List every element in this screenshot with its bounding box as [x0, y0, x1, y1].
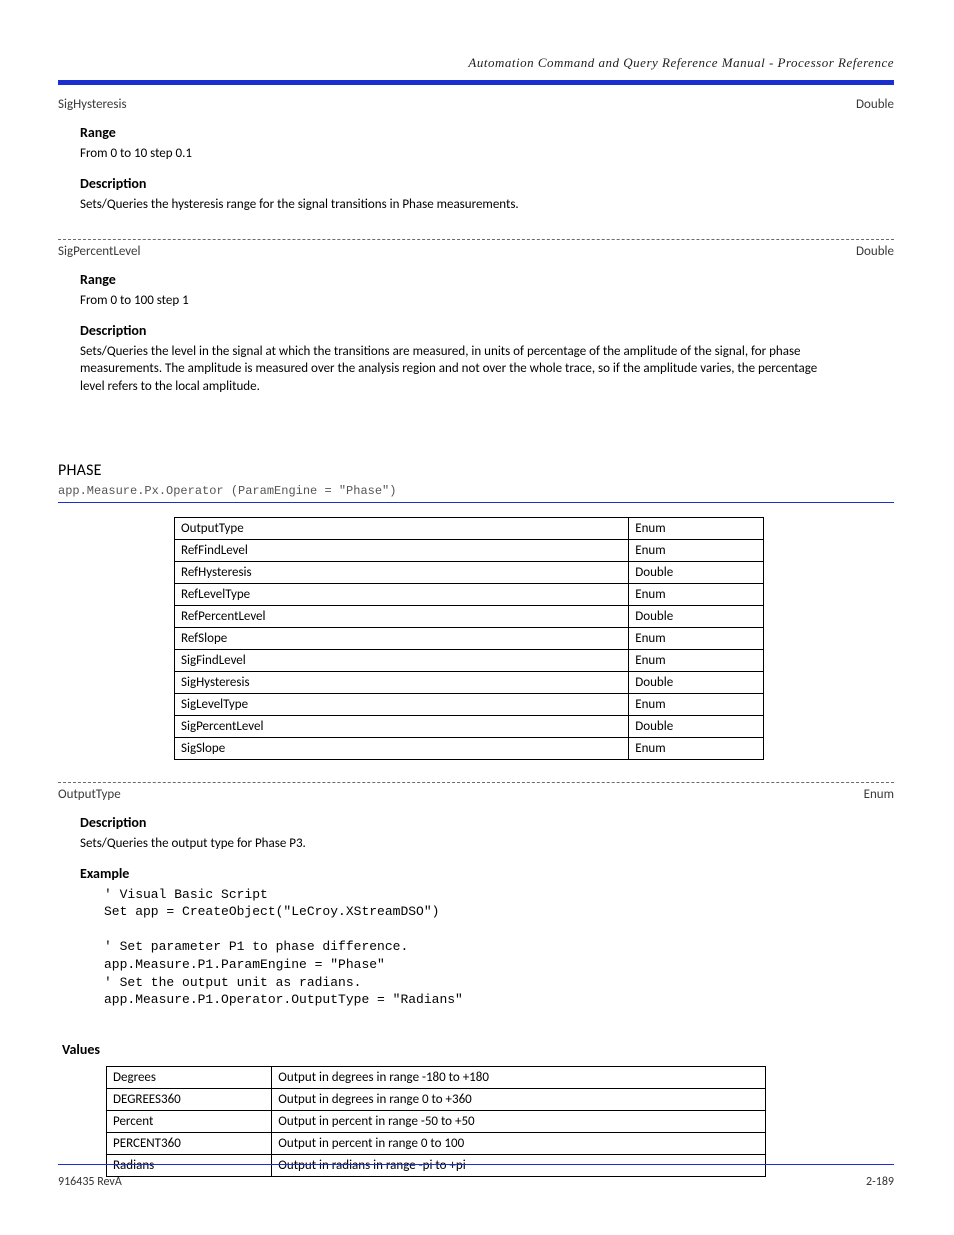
- cvar-name: SigHysteresis: [58, 97, 133, 112]
- cvar-cell-name: SigLevelType: [175, 694, 629, 716]
- value-desc: Output in radians in range -pi to +pi: [272, 1154, 766, 1176]
- cvar-sighysteresis-row: SigHysteresis Double: [58, 93, 894, 114]
- table-row: SigLevelTypeEnum: [175, 694, 764, 716]
- table-row: RadiansOutput in radians in range -pi to…: [107, 1154, 766, 1176]
- cvar-cell-type: Enum: [629, 738, 764, 760]
- cvar-cell-type: Double: [629, 716, 764, 738]
- value-desc: Output in degrees in range 0 to +360: [272, 1088, 766, 1110]
- value-key: Percent: [107, 1110, 272, 1132]
- cvar-cell-type: Enum: [629, 584, 764, 606]
- value-key: DEGREES360: [107, 1088, 272, 1110]
- cvar-type: Double: [850, 97, 894, 112]
- range-text: From 0 to 10 step 0.1: [80, 143, 840, 171]
- label-example: Example: [80, 861, 894, 884]
- cvar-table: OutputTypeEnum RefFindLevelEnum RefHyste…: [174, 517, 764, 760]
- description-text: Sets/Queries the level in the signal at …: [80, 341, 840, 404]
- footer-rule: [58, 1164, 894, 1165]
- cvar-cell-name: RefFindLevel: [175, 540, 629, 562]
- table-row: DEGREES360Output in degrees in range 0 t…: [107, 1088, 766, 1110]
- cvar-cell-name: RefPercentLevel: [175, 606, 629, 628]
- cvar-cell-type: Double: [629, 672, 764, 694]
- table-row: PERCENT360Output in percent in range 0 t…: [107, 1132, 766, 1154]
- table-row: PercentOutput in percent in range -50 to…: [107, 1110, 766, 1132]
- section-title: PHASE: [58, 461, 894, 480]
- cvar-cell-type: Enum: [629, 694, 764, 716]
- code-block: ' Visual Basic Script Set app = CreateOb…: [80, 884, 894, 1017]
- label-description: Description: [80, 171, 894, 194]
- table-row: RefPercentLevelDouble: [175, 606, 764, 628]
- table-row: SigHysteresisDouble: [175, 672, 764, 694]
- cvar-type: Double: [850, 244, 894, 259]
- cvar-cell-type: Enum: [629, 628, 764, 650]
- description-text: Sets/Queries the output type for Phase P…: [80, 833, 840, 861]
- value-key: PERCENT360: [107, 1132, 272, 1154]
- cvar-cell-name: SigPercentLevel: [175, 716, 629, 738]
- cvar-cell-type: Enum: [629, 540, 764, 562]
- cvar-cell-type: Double: [629, 562, 764, 584]
- cvar-outputtype-row: OutputType Enum: [58, 782, 894, 804]
- label-values: Values: [58, 1035, 894, 1062]
- label-range: Range: [80, 267, 894, 290]
- range-text: From 0 to 100 step 1: [80, 290, 840, 318]
- table-row: RefLevelTypeEnum: [175, 584, 764, 606]
- value-desc: Output in percent in range -50 to +50: [272, 1110, 766, 1132]
- cvar-cell-type: Enum: [629, 650, 764, 672]
- value-desc: Output in percent in range 0 to 100: [272, 1132, 766, 1154]
- header-rule: [58, 80, 894, 85]
- value-key: Radians: [107, 1154, 272, 1176]
- cvar-cell-type: Double: [629, 606, 764, 628]
- cvar-cell-name: RefHysteresis: [175, 562, 629, 584]
- footer-rev: 916435 RevA: [58, 1175, 122, 1189]
- cvar-cell-name: RefLevelType: [175, 584, 629, 606]
- table-row: OutputTypeEnum: [175, 518, 764, 540]
- cvar-cell-name: SigSlope: [175, 738, 629, 760]
- table-row: RefSlopeEnum: [175, 628, 764, 650]
- description-text: Sets/Queries the hysteresis range for th…: [80, 194, 840, 222]
- table-row: RefFindLevelEnum: [175, 540, 764, 562]
- table-row: RefHysteresisDouble: [175, 562, 764, 584]
- cvar-cell-name: SigFindLevel: [175, 650, 629, 672]
- cvar-cell-type: Enum: [629, 518, 764, 540]
- section-rule: [58, 502, 894, 503]
- cvar-type: Enum: [858, 787, 894, 802]
- table-row: SigSlopeEnum: [175, 738, 764, 760]
- footer-page: 2-189: [866, 1175, 894, 1189]
- value-desc: Output in degrees in range -180 to +180: [272, 1066, 766, 1088]
- cvar-name: SigPercentLevel: [58, 244, 146, 259]
- label-range: Range: [80, 120, 894, 143]
- label-description: Description: [80, 318, 894, 341]
- footer: 916435 RevA 2-189: [58, 1175, 894, 1189]
- cvar-name: OutputType: [58, 787, 127, 802]
- cvar-sigpercentlevel-row: SigPercentLevel Double: [58, 239, 894, 261]
- value-key: Degrees: [107, 1066, 272, 1088]
- table-row: SigPercentLevelDouble: [175, 716, 764, 738]
- table-row: DegreesOutput in degrees in range -180 t…: [107, 1066, 766, 1088]
- cvar-cell-name: SigHysteresis: [175, 672, 629, 694]
- cvar-cell-name: RefSlope: [175, 628, 629, 650]
- header-title: Automation Command and Query Reference M…: [58, 55, 894, 71]
- values-table: DegreesOutput in degrees in range -180 t…: [106, 1066, 766, 1177]
- cvar-cell-name: OutputType: [175, 518, 629, 540]
- section-path: app.Measure.Px.Operator (ParamEngine = "…: [58, 484, 894, 498]
- label-description: Description: [80, 810, 894, 833]
- table-row: SigFindLevelEnum: [175, 650, 764, 672]
